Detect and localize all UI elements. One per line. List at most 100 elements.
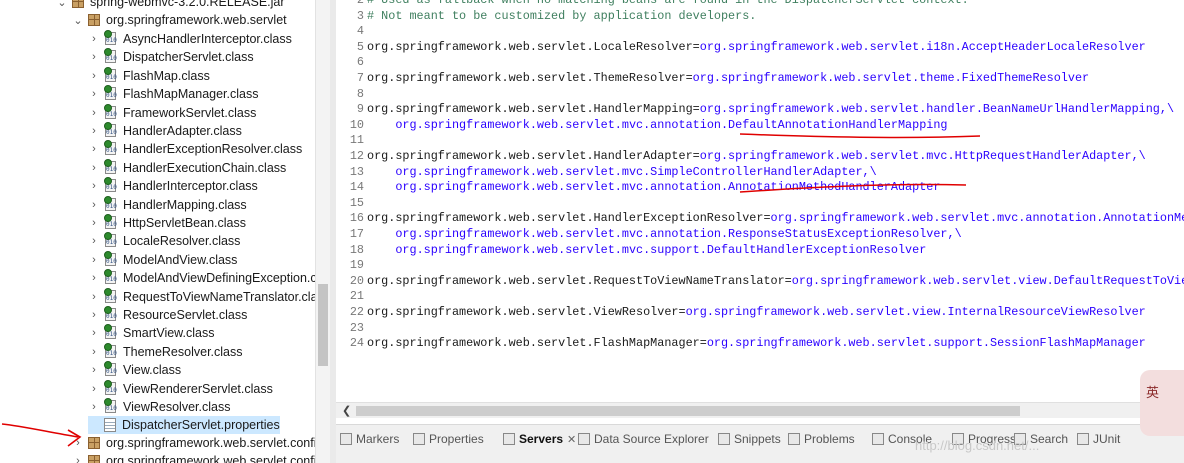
chevron-right-icon[interactable]: › xyxy=(88,217,100,229)
code-line[interactable]: 8 xyxy=(336,86,367,102)
code-line[interactable]: 7 org.springframework.web.servlet.ThemeRe… xyxy=(336,70,1089,86)
close-icon[interactable]: ✕ xyxy=(567,433,576,446)
code-line[interactable]: 13 org.springframework.web.servlet.mvc.S… xyxy=(336,164,877,180)
chevron-right-icon[interactable]: › xyxy=(88,254,100,266)
tree-item-class[interactable]: › 010 SmartView.class xyxy=(88,324,214,342)
code-line[interactable]: 12 org.springframework.web.servlet.Handle… xyxy=(336,148,1146,164)
chevron-right-icon[interactable]: › xyxy=(88,235,100,247)
editor-horizontal-scrollbar[interactable]: ❮ xyxy=(336,402,1184,418)
ime-indicator[interactable]: 英 xyxy=(1140,370,1184,436)
chevron-right-icon[interactable]: › xyxy=(88,327,100,339)
horizontal-scrollbar-thumb[interactable] xyxy=(356,406,1020,416)
chevron-right-icon[interactable]: › xyxy=(72,437,84,449)
tree-item-class[interactable]: › 010 HandlerExceptionResolver.class xyxy=(88,140,302,158)
code-line[interactable]: 11 xyxy=(336,132,367,148)
property-value: org.springframework.web.servlet.mvc.anno… xyxy=(395,227,962,241)
chevron-right-icon[interactable]: › xyxy=(88,199,100,211)
tree-item-jar[interactable]: ⌄ spring-webmvc-3.2.0.RELEASE.jar xyxy=(56,0,285,11)
tree-item-label: HandlerExecutionChain.class xyxy=(123,160,287,175)
tree-item-class[interactable]: › 010 DispatcherServlet.class xyxy=(88,48,254,66)
chevron-right-icon[interactable]: › xyxy=(88,143,100,155)
tab-markers[interactable]: Markers xyxy=(340,429,399,449)
chevron-right-icon[interactable]: › xyxy=(88,364,100,376)
tab-data-source-explorer[interactable]: Data Source Explorer xyxy=(578,429,709,449)
tree-item-package[interactable]: › org.springframework.web.servlet.config xyxy=(72,452,315,463)
code-line[interactable]: 6 xyxy=(336,54,367,70)
code-line[interactable]: 22 org.springframework.web.servlet.ViewRe… xyxy=(336,304,1146,320)
tree-item-class[interactable]: › 010 HttpServletBean.class xyxy=(88,214,246,232)
line-number: 6 xyxy=(356,55,364,70)
scroll-left-arrow-icon[interactable]: ❮ xyxy=(342,403,354,419)
property-value: org.springframework.web.servlet.support.… xyxy=(706,336,1146,351)
tree-item-class[interactable]: › 010 View.class xyxy=(88,361,181,379)
code-line[interactable]: 21 xyxy=(336,288,367,304)
tree-item-class[interactable]: › 010 FlashMap.class xyxy=(88,66,210,85)
line-number: 24 xyxy=(349,336,364,351)
tree-item-class[interactable]: › 010 HandlerMapping.class xyxy=(88,195,247,214)
chevron-down-icon[interactable]: ⌄ xyxy=(56,0,68,9)
code-line[interactable]: 19 xyxy=(336,257,367,273)
code-line[interactable]: 15 xyxy=(336,195,367,211)
tree-item-class[interactable]: › 010 ResourceServlet.class xyxy=(88,306,247,324)
code-line[interactable]: 20 org.springframework.web.servlet.Reques… xyxy=(336,273,1184,289)
tree-item-class[interactable]: › 010 FlashMapManager.class xyxy=(88,85,258,103)
tree-vertical-scrollbar[interactable] xyxy=(315,0,330,463)
tree-item-class[interactable]: › 010 ViewResolver.class xyxy=(88,398,230,416)
tree-scrollbar-thumb[interactable] xyxy=(318,284,328,366)
tab-snippets[interactable]: Snippets xyxy=(718,429,781,449)
chevron-right-icon[interactable]: › xyxy=(88,383,100,395)
tab-label: Problems xyxy=(804,432,855,446)
tree-item-class[interactable]: › 010 ModelAndViewDefiningException.cla xyxy=(88,269,315,287)
tree-item-class[interactable]: › 010 HandlerInterceptor.class xyxy=(88,177,258,195)
code-line[interactable]: 9 org.springframework.web.servlet.Handler… xyxy=(336,101,1174,117)
code-line[interactable]: 14 org.springframework.web.servlet.mvc.a… xyxy=(336,179,941,195)
code-line[interactable]: 4 xyxy=(336,23,367,39)
code-line[interactable]: 24 org.springframework.web.servlet.FlashM… xyxy=(336,335,1146,351)
tab-properties[interactable]: Properties xyxy=(413,429,484,449)
tab-junit[interactable]: JUnit xyxy=(1077,429,1120,449)
code-line[interactable]: 16 org.springframework.web.servlet.Handle… xyxy=(336,210,1184,226)
tab-servers[interactable]: Servers ✕ xyxy=(503,429,576,449)
chevron-right-icon[interactable]: › xyxy=(88,309,100,321)
code-line[interactable]: 5 org.springframework.web.servlet.LocaleR… xyxy=(336,39,1146,55)
chevron-right-icon[interactable]: › xyxy=(88,51,100,63)
code-line[interactable]: 3 # Not meant to be customized by applica… xyxy=(336,8,756,24)
tree-item-package[interactable]: ⌄ org.springframework.web.servlet xyxy=(72,11,286,29)
chevron-right-icon[interactable]: › xyxy=(88,33,100,45)
chevron-down-icon[interactable]: ⌄ xyxy=(72,14,84,27)
chevron-right-icon[interactable]: › xyxy=(88,162,100,174)
code-line[interactable]: 17 org.springframework.web.servlet.mvc.a… xyxy=(336,226,962,242)
tree-item-class[interactable]: › 010 FrameworkServlet.class xyxy=(88,103,256,122)
tree-item-selected-file[interactable]: DispatcherServlet.properties xyxy=(88,416,280,434)
bottom-view-tabs: Markers Properties Servers ✕ Data Source Exp… xyxy=(336,424,1184,463)
chevron-right-icon[interactable]: › xyxy=(88,125,100,137)
tree-item-class[interactable]: › 010 ViewRendererServlet.class xyxy=(88,379,273,398)
tree-item-class[interactable]: › 010 RequestToViewNameTranslator.clas xyxy=(88,287,315,306)
properties-editor[interactable]: 2 # Used as fallback when no matching bea… xyxy=(336,0,1184,418)
chevron-right-icon[interactable]: › xyxy=(88,272,100,284)
chevron-right-icon[interactable]: › xyxy=(88,180,100,192)
chevron-right-icon[interactable]: › xyxy=(88,70,100,82)
tree-item-class[interactable]: › 010 HandlerAdapter.class xyxy=(88,122,242,140)
chevron-right-icon[interactable]: › xyxy=(88,401,100,413)
chevron-right-icon[interactable]: › xyxy=(72,455,84,463)
tab-problems[interactable]: Problems xyxy=(788,429,855,449)
chevron-right-icon[interactable]: › xyxy=(88,346,100,358)
line-number: 12 xyxy=(349,149,364,163)
tab-label: Properties xyxy=(429,432,484,446)
tree-item-class[interactable]: › 010 AsyncHandlerInterceptor.class xyxy=(88,30,292,48)
tree-item-class[interactable]: › 010 ModelAndView.class xyxy=(88,250,237,269)
package-explorer-tree[interactable]: ⌄ spring-webmvc-3.2.0.RELEASE.jar ⌄ org.spr… xyxy=(0,0,315,463)
property-value: org.springframework.web.servlet.mvc.Http… xyxy=(699,149,1146,163)
chevron-right-icon[interactable]: › xyxy=(88,291,100,303)
code-line[interactable]: 18 org.springframework.web.servlet.mvc.s… xyxy=(336,242,926,258)
code-line[interactable]: 10 org.springframework.web.servlet.mvc.a… xyxy=(336,117,948,133)
property-key xyxy=(367,243,395,257)
code-line[interactable]: 23 xyxy=(336,320,367,336)
tree-item-class[interactable]: › 010 LocaleResolver.class xyxy=(88,232,240,250)
tree-item-package[interactable]: › org.springframework.web.servlet.config xyxy=(72,434,315,452)
tree-item-class[interactable]: › 010 ThemeResolver.class xyxy=(88,342,243,361)
tree-item-class[interactable]: › 010 HandlerExecutionChain.class xyxy=(88,158,287,177)
chevron-right-icon[interactable]: › xyxy=(88,88,100,100)
chevron-right-icon[interactable]: › xyxy=(88,107,100,119)
